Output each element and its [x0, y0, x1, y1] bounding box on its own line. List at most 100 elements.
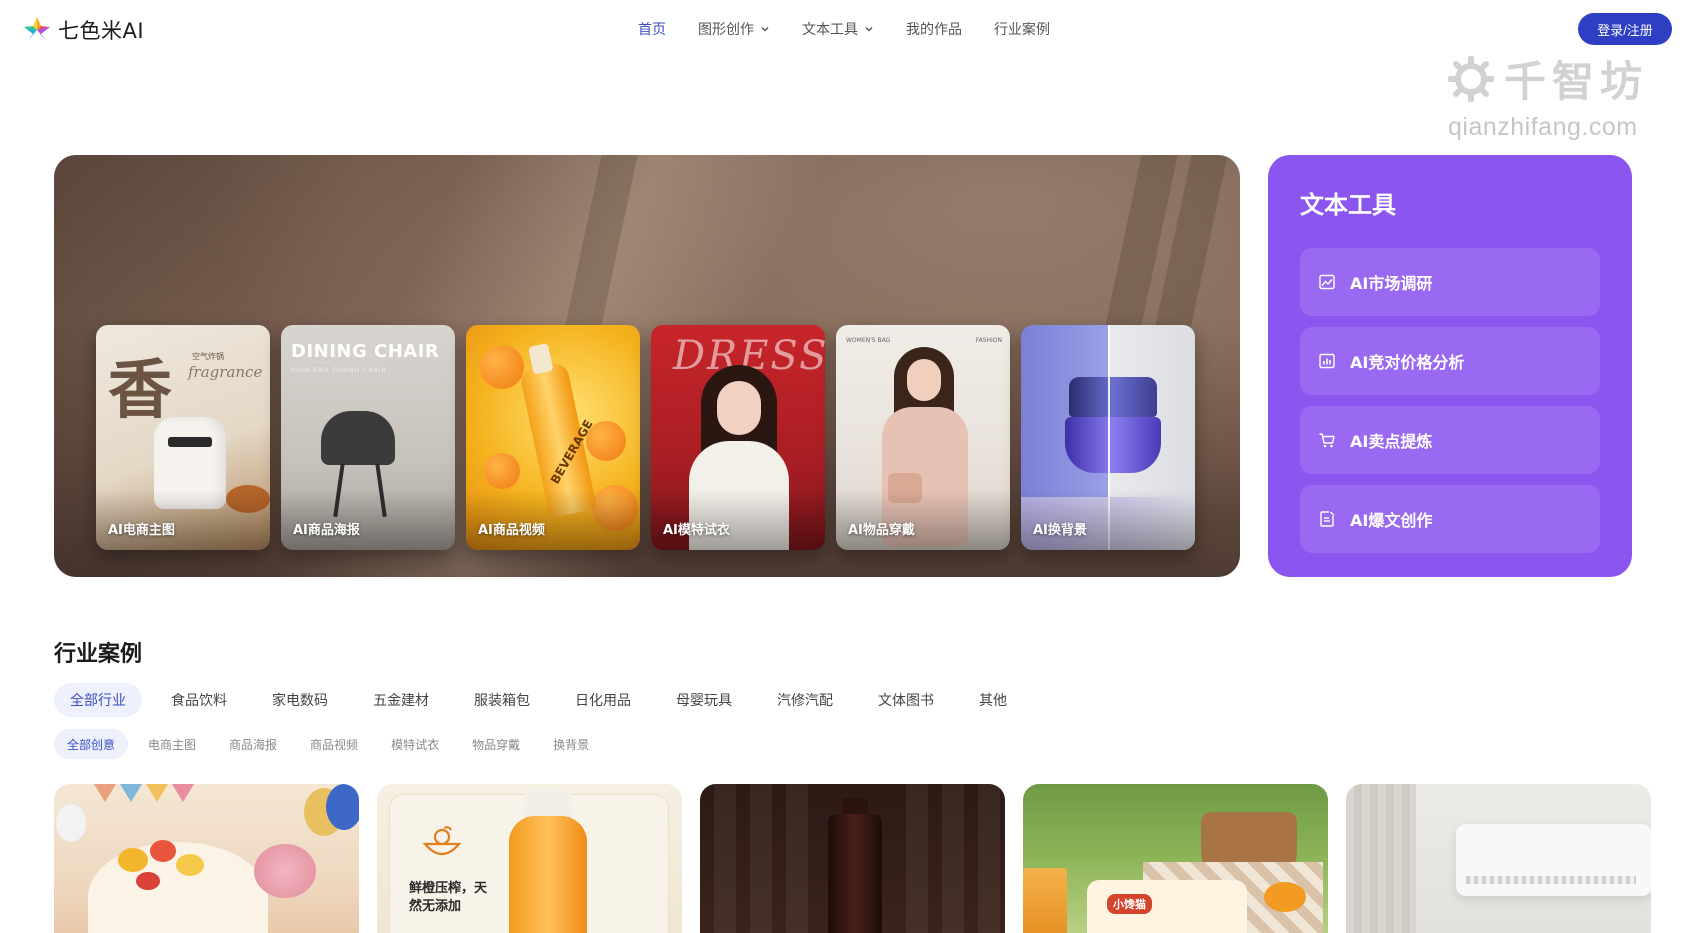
- wine-rack: [750, 784, 772, 933]
- top-navigation: 七色米AI 首页 图形创作 文本工具 我的作品 行业案例 登录/注册: [0, 0, 1690, 62]
- filter-creative-wearing[interactable]: 物品穿戴: [459, 729, 533, 759]
- cart-icon: [1319, 433, 1335, 448]
- image-chart-icon: [1319, 274, 1335, 290]
- bunting-flag: [146, 784, 168, 802]
- card-art-text: 空气炸锅: [192, 352, 224, 361]
- case-thumbnails: 鲜橙压榨，天然无添加 小馋猫: [54, 784, 1651, 933]
- card-label: AI换背景: [1033, 523, 1087, 538]
- case-card-air-conditioner[interactable]: [1346, 784, 1651, 933]
- feature-card-product-video[interactable]: BEVERAGE AI商品视频: [466, 325, 640, 550]
- wine-rack: [786, 784, 808, 933]
- tool-label: AI市场调研: [1350, 274, 1433, 293]
- filter-industry-food-beverage[interactable]: 食品饮料: [155, 683, 243, 717]
- filter-industry-appliances-digital[interactable]: 家电数码: [256, 683, 344, 717]
- feature-card-model-try-on[interactable]: DRESS AI模特试衣: [651, 325, 825, 550]
- card-label: AI电商主图: [108, 523, 175, 538]
- curtain: [1346, 784, 1416, 933]
- jar-lid: [1069, 377, 1157, 417]
- wine-rack: [906, 784, 928, 933]
- watermark-subtitle: qianzhifang.com: [1448, 113, 1638, 141]
- model-face: [717, 381, 761, 435]
- hero-banner: 香 空气炸锅 fragrance AI电商主图 DINING CHAIR HIG…: [54, 155, 1240, 577]
- nav-text-tools[interactable]: 文本工具: [802, 19, 874, 39]
- bunting-flag: [172, 784, 194, 802]
- card-art-text: fragrance: [188, 363, 263, 381]
- nav-graphic-creation-label: 图形创作: [698, 22, 754, 38]
- brand-logo[interactable]: 七色米AI: [22, 14, 144, 46]
- text-tools-list: AI市场调研 AI竞对价格分析 AI卖点提炼 AI爆文创作: [1300, 248, 1600, 553]
- model-face: [907, 359, 941, 401]
- orange-image: [484, 453, 520, 489]
- balloon: [326, 784, 359, 830]
- nav-text-tools-label: 文本工具: [802, 22, 858, 38]
- filter-creative-poster[interactable]: 商品海报: [216, 729, 290, 759]
- bar-chart-icon: [1319, 353, 1335, 369]
- case-card-picnic-snack[interactable]: 小馋猫: [1023, 784, 1328, 933]
- filter-creative-background-swap[interactable]: 换背景: [540, 729, 602, 759]
- case-card-red-wine[interactable]: [700, 784, 1005, 933]
- filter-industry-all[interactable]: 全部行业: [54, 683, 142, 717]
- gear-icon: [1448, 55, 1494, 102]
- chevron-down-icon: [761, 27, 769, 32]
- bunting-flag: [94, 784, 116, 802]
- tool-competitor-price-analysis[interactable]: AI竞对价格分析: [1300, 327, 1600, 395]
- filter-creative-try-on[interactable]: 模特试衣: [378, 729, 452, 759]
- tool-selling-points[interactable]: AI卖点提炼: [1300, 406, 1600, 474]
- watermark-title: 千智坊: [1504, 57, 1649, 106]
- feature-card-ecommerce-main-image[interactable]: 香 空气炸锅 fragrance AI电商主图: [96, 325, 270, 550]
- nav-home-label: 首页: [638, 22, 666, 38]
- text-tools-title: 文本工具: [1300, 191, 1396, 219]
- filter-industry-other[interactable]: 其他: [963, 683, 1023, 717]
- card-label: AI商品视频: [478, 523, 545, 538]
- card-art-text: FASHION: [975, 337, 1002, 344]
- card-label: AI商品海报: [293, 523, 360, 538]
- cake-image: [88, 842, 268, 933]
- orange-image: [1264, 882, 1306, 912]
- filter-industry-daily-chemicals[interactable]: 日化用品: [559, 683, 647, 717]
- text-tools-panel: 文本工具 AI市场调研 AI竞对价格分析 AI卖点提炼 AI爆文创作: [1268, 155, 1632, 577]
- nav-my-works[interactable]: 我的作品: [906, 19, 962, 39]
- card-label: AI物品穿戴: [848, 523, 915, 538]
- nav-industry-cases[interactable]: 行业案例: [994, 19, 1050, 39]
- main-nav: 首页 图形创作 文本工具 我的作品 行业案例: [638, 19, 1082, 39]
- logo-flower-icon: [24, 17, 50, 41]
- filter-industry-hardware-building[interactable]: 五金建材: [357, 683, 445, 717]
- filter-creative-video[interactable]: 商品视频: [297, 729, 371, 759]
- nav-graphic-creation[interactable]: 图形创作: [698, 19, 770, 39]
- rose-decoration: [254, 844, 316, 898]
- tool-label: AI爆文创作: [1350, 511, 1433, 530]
- case-art-text: 鲜橙压榨，天然无添加: [409, 881, 488, 914]
- nav-home[interactable]: 首页: [638, 19, 666, 39]
- balloon: [56, 804, 86, 842]
- industry-cases-title: 行业案例: [54, 642, 143, 667]
- wine-bottle-image: [828, 814, 882, 933]
- industry-filter-bar: 全部行业 食品饮料 家电数码 五金建材 服装箱包 日化用品 母婴玩具 汽修汽配 …: [54, 683, 1036, 717]
- watermark: 千智坊 qianzhifang.com: [1448, 48, 1648, 144]
- card-art-text: WOMEN'S BAG: [846, 337, 891, 344]
- filter-creative-all[interactable]: 全部创意: [54, 729, 129, 759]
- snack-brand-badge: 小馋猫: [1107, 894, 1152, 914]
- juice-bottle-image: [509, 816, 587, 933]
- login-register-button[interactable]: 登录/注册: [1578, 13, 1672, 45]
- tool-market-research[interactable]: AI市场调研: [1300, 248, 1600, 316]
- card-label: AI模特试衣: [663, 523, 730, 538]
- feature-card-product-poster[interactable]: DINING CHAIR HIGH-END DINING CHAIR AI商品海…: [281, 325, 455, 550]
- card-art-text: DINING CHAIR: [291, 341, 440, 362]
- juice-glass-image: [1023, 868, 1067, 933]
- brand-name: 七色米AI: [58, 19, 145, 43]
- feature-card-background-swap[interactable]: AI换背景: [1021, 325, 1195, 550]
- filter-industry-baby-toys[interactable]: 母婴玩具: [660, 683, 748, 717]
- tool-viral-article[interactable]: AI爆文创作: [1300, 485, 1600, 553]
- air-conditioner-image: [1456, 824, 1651, 896]
- card-art-text: 香: [108, 353, 172, 428]
- case-card-orange-juice[interactable]: 鲜橙压榨，天然无添加: [377, 784, 682, 933]
- filter-industry-stationery-books[interactable]: 文体图书: [862, 683, 950, 717]
- cream-jar-image: [1065, 377, 1161, 477]
- filter-industry-apparel-bags[interactable]: 服装箱包: [458, 683, 546, 717]
- filter-industry-auto-parts[interactable]: 汽修汽配: [761, 683, 849, 717]
- jar-body: [1065, 417, 1161, 473]
- feature-card-item-wearing[interactable]: WOMEN'S BAG FASHION AI物品穿戴: [836, 325, 1010, 550]
- filter-creative-main-image[interactable]: 电商主图: [135, 729, 209, 759]
- nav-my-works-label: 我的作品: [906, 22, 962, 38]
- case-card-birthday-cake[interactable]: [54, 784, 359, 933]
